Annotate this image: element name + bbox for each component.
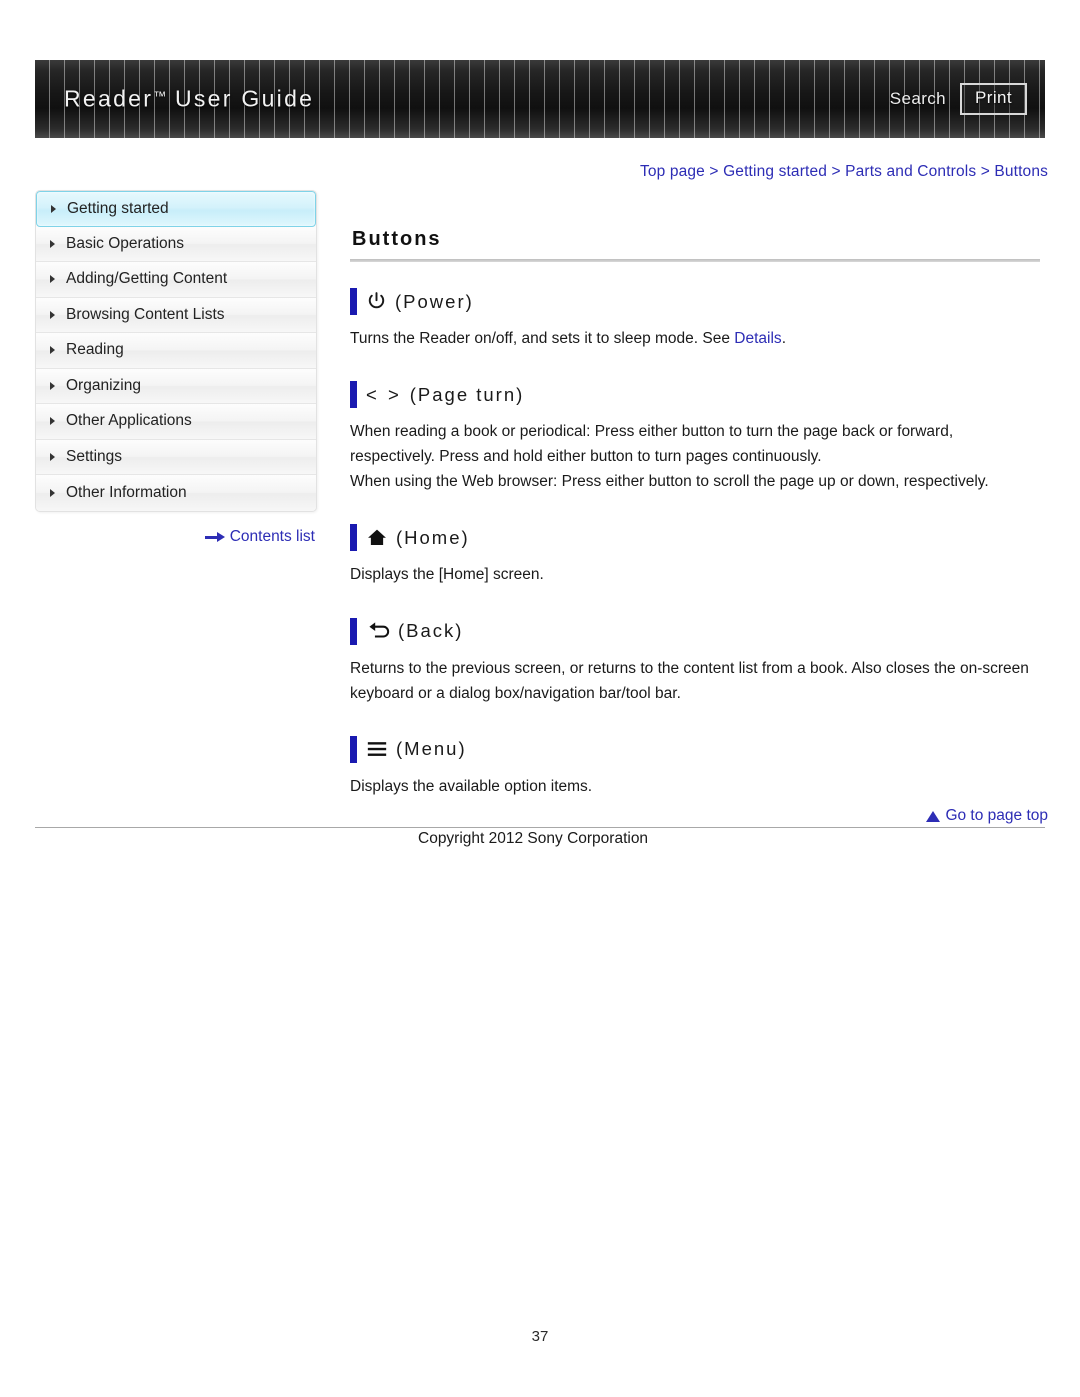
section-marker — [350, 617, 357, 645]
section-menu-label: (Menu) — [396, 738, 467, 760]
section-power-heading: (Power) — [350, 288, 1040, 315]
section-home-body: Displays the [Home] screen. — [350, 566, 544, 584]
section-power-label: (Power) — [395, 290, 474, 312]
page-title: Buttons — [352, 228, 442, 250]
site-title-text: Reader — [64, 85, 154, 112]
section-menu: (Menu) Displays the available option ite… — [350, 735, 1040, 799]
section-power-body: Turns the Reader on/off, and sets it to … — [350, 326, 1040, 351]
section-back: (Back) Returns to the previous screen, o… — [350, 617, 1040, 706]
breadcrumb-item-getting-started[interactable]: Getting started — [723, 163, 827, 180]
chevron-right-icon — [50, 452, 55, 461]
sidebar-item-label: Reading — [66, 341, 124, 359]
section-back-body: Returns to the previous screen, or retur… — [350, 659, 1029, 702]
chevron-right-icon — [50, 488, 55, 497]
go-to-page-top-label: Go to page top — [945, 807, 1048, 824]
site-title: Reader™ User Guide — [64, 86, 314, 113]
sidebar-item-getting-started[interactable]: Getting started — [36, 191, 316, 227]
sidebar-item-other-applications[interactable]: Other Applications — [36, 404, 316, 440]
section-page-turn-body-1: When reading a book or periodical: Press… — [350, 423, 954, 466]
section-page-turn-heading: < > (Page turn) — [350, 381, 1040, 409]
chevron-right-icon — [50, 346, 55, 355]
sidebar-item-browsing-content-lists[interactable]: Browsing Content Lists — [36, 297, 316, 333]
section-menu-heading: (Menu) — [350, 735, 1040, 763]
section-page-turn: < > (Page turn) When reading a book or p… — [350, 381, 1040, 494]
sidebar-item-settings[interactable]: Settings — [36, 439, 316, 475]
sidebar-item-reading[interactable]: Reading — [36, 333, 316, 369]
sidebar-item-label: Other Applications — [66, 412, 192, 430]
chevron-right-icon — [50, 239, 55, 248]
sidebar-item-other-information[interactable]: Other Information — [36, 475, 316, 511]
section-marker — [350, 381, 357, 409]
section-power-text-tail: . — [781, 330, 786, 347]
footer-divider — [35, 827, 1045, 828]
sidebar-item-label: Getting started — [67, 199, 169, 217]
sidebar-item-label: Other Information — [66, 483, 187, 501]
sidebar-item-label: Basic Operations — [66, 234, 185, 252]
section-page-turn-label: (Page turn) — [409, 383, 525, 405]
search-button[interactable]: Search — [890, 89, 946, 109]
chevron-right-icon — [51, 204, 56, 213]
main-content: Buttons (Power) Turns the Reader on/off,… — [350, 228, 1040, 819]
breadcrumb-separator: > — [831, 163, 841, 180]
menu-icon — [366, 740, 388, 759]
section-power: (Power) Turns the Reader on/off, and set… — [350, 288, 1040, 351]
breadcrumb-item-top-page[interactable]: Top page — [640, 163, 705, 180]
section-page-turn-body-2: When using the Web browser: Press either… — [350, 473, 989, 491]
sidebar-item-label: Settings — [66, 447, 123, 465]
section-menu-body: Displays the available option items. — [350, 777, 593, 795]
chevron-right-icon — [50, 310, 55, 319]
arrow-right-icon — [204, 532, 225, 542]
sidebar-item-label: Organizing — [66, 376, 141, 394]
sidebar-nav: Getting started Basic Operations Adding/… — [35, 190, 317, 512]
page-number: 37 — [531, 1328, 549, 1345]
sidebar-item-label: Browsing Content Lists — [66, 305, 225, 323]
site-title-suffix: User Guide — [166, 85, 315, 112]
contents-list-link[interactable]: Contents list — [35, 528, 315, 546]
sidebar-item-organizing[interactable]: Organizing — [36, 368, 316, 404]
contents-list-label: Contents list — [229, 528, 315, 545]
details-link[interactable]: Details — [734, 330, 781, 347]
site-header: Reader™ User Guide Search Print — [35, 60, 1045, 138]
sidebar-item-adding-getting-content[interactable]: Adding/Getting Content — [36, 262, 316, 298]
triangle-up-icon — [926, 810, 941, 822]
header-actions: Search Print — [890, 83, 1027, 115]
title-divider — [350, 259, 1040, 262]
section-home-heading: (Home) — [350, 524, 1040, 552]
breadcrumb: Top page > Getting started > Parts and C… — [640, 163, 1048, 181]
back-icon — [366, 621, 390, 642]
section-marker — [350, 288, 357, 315]
section-home: (Home) Displays the [Home] screen. — [350, 524, 1040, 587]
copyright-text: Copyright 2012 Sony Corporation — [418, 830, 649, 847]
breadcrumb-separator: > — [709, 163, 719, 180]
section-marker — [350, 524, 357, 552]
section-back-heading: (Back) — [350, 617, 1040, 645]
sidebar-item-label: Adding/Getting Content — [66, 270, 228, 288]
chevron-right-icon — [50, 381, 55, 390]
print-button[interactable]: Print — [960, 83, 1027, 115]
breadcrumb-item-buttons: Buttons — [994, 163, 1048, 180]
section-power-text: Turns the Reader on/off, and sets it to … — [350, 330, 735, 347]
home-icon — [366, 527, 388, 548]
go-to-page-top-link[interactable]: Go to page top — [926, 807, 1048, 825]
power-icon — [366, 291, 387, 312]
section-marker — [350, 735, 357, 763]
page-turn-icon: < > — [366, 383, 402, 405]
chevron-right-icon — [50, 417, 55, 426]
sidebar-item-basic-operations[interactable]: Basic Operations — [36, 226, 316, 262]
chevron-right-icon — [50, 275, 55, 284]
section-home-label: (Home) — [396, 526, 470, 548]
breadcrumb-item-parts-and-controls[interactable]: Parts and Controls — [845, 163, 976, 180]
section-back-label: (Back) — [398, 620, 464, 642]
trademark-symbol: ™ — [153, 88, 167, 104]
breadcrumb-separator: > — [980, 163, 990, 180]
